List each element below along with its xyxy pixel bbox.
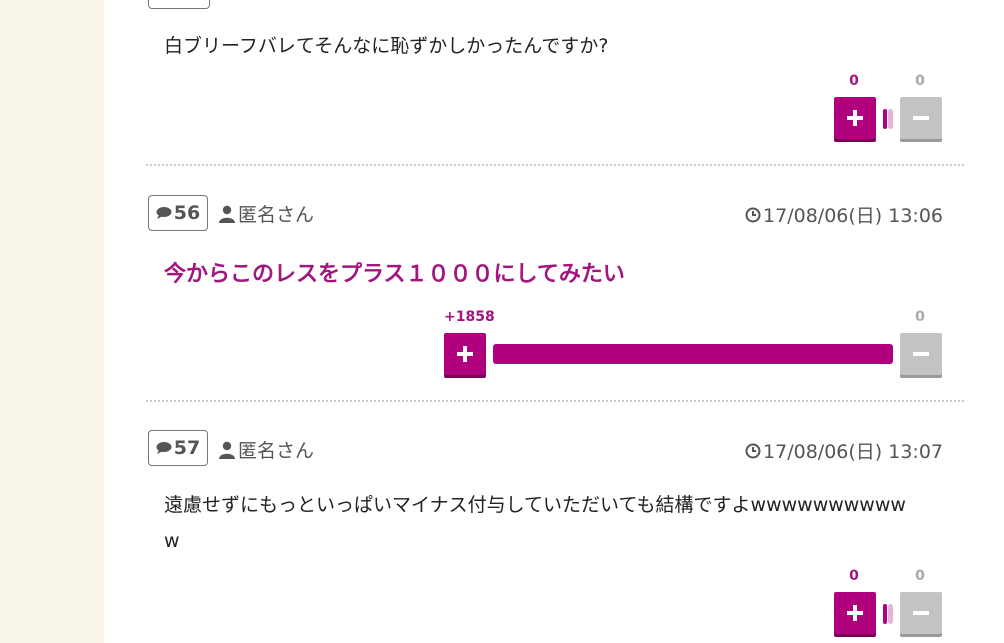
plus-ratio-segment [883,604,887,624]
minus-vote-button[interactable] [900,333,942,375]
plus-icon [847,605,863,621]
minus-icon [913,611,929,615]
minus-icon [913,116,929,120]
plus-vote-count: 0 [849,73,859,89]
res-number: 56 [173,202,201,224]
post-date: 17/08/06(日) 13:06 [763,205,943,227]
comment-body: 今からこのレスをプラス１０００にしてみたい [164,262,625,287]
minus-ratio-segment [888,604,893,624]
plus-vote-count: +1858 [444,309,495,325]
previous-res-badge[interactable] [148,0,210,9]
person-icon [219,441,235,459]
minus-vote-count: 0 [915,568,925,584]
author-block: 匿名さん [219,200,314,227]
comment-body: 白ブリーフバレてそんなに恥ずかしかったんですか? [164,35,609,57]
post-date-block: 17/08/06(日) 13:06 [745,201,943,228]
clock-icon [745,443,761,458]
minus-vote-button[interactable] [900,97,942,139]
minus-icon [913,352,929,356]
comment-body-line-2: w [164,530,180,552]
minus-vote-button[interactable] [900,592,942,634]
plus-vote-button[interactable] [444,333,486,375]
clock-icon [745,207,761,222]
plus-icon [847,110,863,126]
post-divider [146,400,964,402]
post-date-block: 17/08/06(日) 13:07 [745,437,943,464]
plus-ratio-segment [883,109,887,129]
vote-ratio-bar [883,604,893,624]
vote-ratio-bar [883,109,893,129]
post-divider [146,164,964,166]
plus-vote-count: 0 [849,568,859,584]
res-number-badge[interactable]: 56 [148,195,208,231]
post-date: 17/08/06(日) 13:07 [763,441,943,463]
person-icon [219,205,235,223]
vote-ratio-bar [493,344,893,364]
minus-vote-count: 0 [915,73,925,89]
author-name: 匿名さん [238,440,315,462]
author-name: 匿名さん [238,204,315,226]
res-number: 57 [173,437,201,459]
res-number-badge[interactable]: 57 [148,430,208,466]
plus-ratio-segment [493,344,893,364]
minus-vote-count: 0 [915,309,925,325]
plus-icon [457,346,473,362]
speech-bubble-icon [156,442,172,454]
plus-vote-button[interactable] [834,97,876,139]
speech-bubble-icon [156,207,172,219]
left-sidebar-background [0,0,104,643]
author-block: 匿名さん [219,436,314,463]
plus-vote-button[interactable] [834,592,876,634]
comment-body-line-1: 遠慮せずにもっといっぱいマイナス付与していただいても結構ですよwwwwwwwww… [164,494,906,516]
minus-ratio-segment [888,109,893,129]
